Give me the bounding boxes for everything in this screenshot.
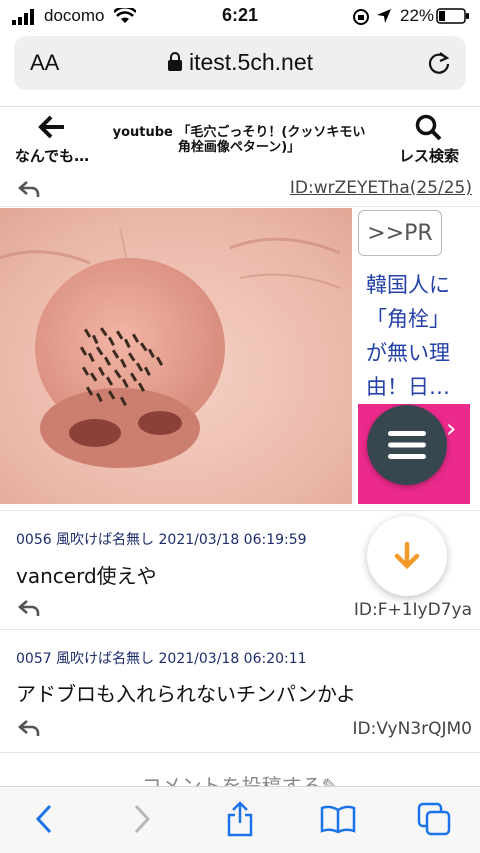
scroll-down-button[interactable] <box>367 516 447 596</box>
search-icon <box>415 114 442 141</box>
hamburger-icon <box>388 431 426 459</box>
chevron-right-icon <box>134 804 151 834</box>
share-button[interactable] <box>220 799 260 839</box>
thread-title: youtube 「毛穴ごっそり！(クッソキモい角栓画像ペターン)」 <box>112 125 366 155</box>
menu-button[interactable] <box>367 405 447 485</box>
search-replies-label: レス検索 <box>398 147 459 165</box>
arrow-down-icon <box>394 542 420 570</box>
thread-header: なんでも… youtube 「毛穴ごっそり！(クッソキモい角栓画像ペターン)」 … <box>0 106 480 181</box>
reply-icon[interactable] <box>18 719 40 737</box>
arrow-left-icon <box>38 115 64 139</box>
url-label: itest.5ch.net <box>188 49 314 75</box>
tabs-icon <box>417 802 451 836</box>
pr-button[interactable]: >>PR <box>358 210 442 256</box>
forward-button[interactable] <box>122 799 162 839</box>
divider <box>0 629 480 630</box>
bookmarks-button[interactable] <box>318 799 358 839</box>
post-meta[interactable]: 0057 風吹けば名無し 2021/03/18 06:20:11 <box>16 648 307 668</box>
lock-icon <box>167 52 182 71</box>
divider <box>0 752 480 753</box>
orientation-lock-icon <box>353 9 369 25</box>
chevron-left-icon <box>35 804 52 834</box>
address-bar[interactable]: AA itest.5ch.net <box>14 36 466 90</box>
search-replies-button[interactable]: レス検索 <box>386 113 472 166</box>
reload-icon[interactable] <box>426 50 452 76</box>
battery-icon <box>436 8 469 24</box>
poster-id[interactable]: ID:wrZEYETha(25/25) <box>290 178 472 198</box>
divider <box>0 206 480 207</box>
book-icon <box>320 805 356 834</box>
browser-toolbar <box>0 786 480 853</box>
ad-photo <box>0 208 352 504</box>
post-meta[interactable]: 0056 風吹けば名無し 2021/03/18 06:19:59 <box>16 529 307 549</box>
post-body: アドブロも入れられないチンパンかよ <box>16 682 356 706</box>
url-text[interactable]: itest.5ch.net <box>14 49 466 76</box>
status-bar: docomo 6:21 22% <box>0 0 480 32</box>
share-icon <box>227 801 253 837</box>
chevron-right-icon: › <box>446 414 457 444</box>
back-to-board-button[interactable]: なんでも… <box>4 113 100 166</box>
battery-percent: 22% <box>400 6 435 25</box>
divider <box>0 510 480 511</box>
reply-icon[interactable] <box>18 180 40 198</box>
ad-headline[interactable]: 韓国人に「角栓」が無い理由！日… <box>366 268 470 404</box>
reply-icon[interactable] <box>18 599 40 617</box>
back-to-board-label: なんでも… <box>14 147 90 165</box>
tabs-button[interactable] <box>414 799 454 839</box>
poster-id[interactable]: ID:F+1IyD7ya <box>354 600 472 620</box>
post-body: vancerd使えや <box>16 564 157 588</box>
location-icon <box>377 9 391 23</box>
back-button[interactable] <box>24 799 64 839</box>
poster-id[interactable]: ID:VyN3rQJM0 <box>353 719 472 739</box>
ad-image[interactable] <box>0 208 352 504</box>
